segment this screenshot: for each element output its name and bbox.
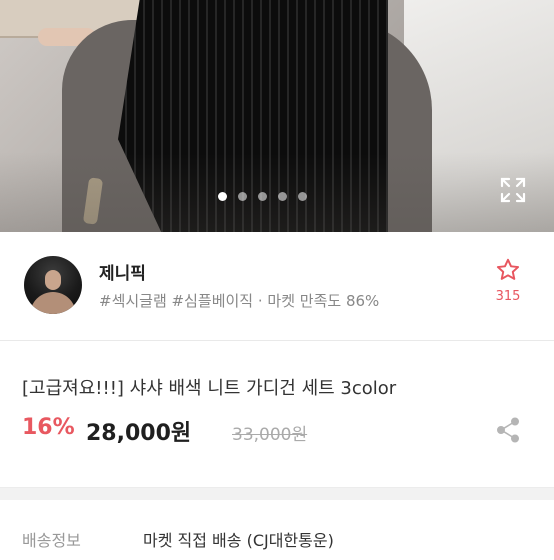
pagination-dot-3[interactable]: [258, 192, 267, 201]
pagination-dot-2[interactable]: [238, 192, 247, 201]
product-image-gallery[interactable]: [0, 0, 554, 232]
pagination-dot-4[interactable]: [278, 192, 287, 201]
pagination-dot-5[interactable]: [298, 192, 307, 201]
original-price: 33,000원: [232, 425, 308, 445]
section-divider: [0, 487, 554, 500]
shipping-info: 배송정보 마켓 직접 배송 (CJ대한통운): [0, 500, 554, 560]
shipping-value: 마켓 직접 배송 (CJ대한통운): [143, 531, 334, 550]
gallery-pagination: [218, 192, 307, 201]
like-count: 315: [495, 289, 521, 304]
seller-tags: #섹시글램 #심플베이직 · 마켓 만족도 86%: [99, 292, 380, 310]
product-info: [고급져요!!!] 샤샤 배색 니트 가디건 세트 3color 16% 28,…: [0, 341, 554, 487]
share-icon[interactable]: [496, 417, 520, 443]
pagination-dot-1[interactable]: [218, 192, 227, 201]
seller-info: 제니픽 #섹시글램 #심플베이직 · 마켓 만족도 86% 315: [0, 232, 554, 341]
seller-avatar[interactable]: [24, 256, 82, 314]
star-icon: [496, 258, 520, 280]
shipping-label: 배송정보: [22, 531, 81, 550]
seller-name[interactable]: 제니픽: [99, 259, 146, 284]
sale-price: 28,000원: [86, 421, 192, 446]
expand-icon[interactable]: [500, 177, 526, 203]
avatar-shoulder: [30, 292, 76, 314]
avatar-face: [45, 270, 61, 290]
discount-rate: 16%: [22, 415, 75, 440]
product-title: [고급져요!!!] 샤샤 배색 니트 가디건 세트 3color: [22, 378, 397, 399]
like-button[interactable]: 315: [490, 257, 526, 304]
